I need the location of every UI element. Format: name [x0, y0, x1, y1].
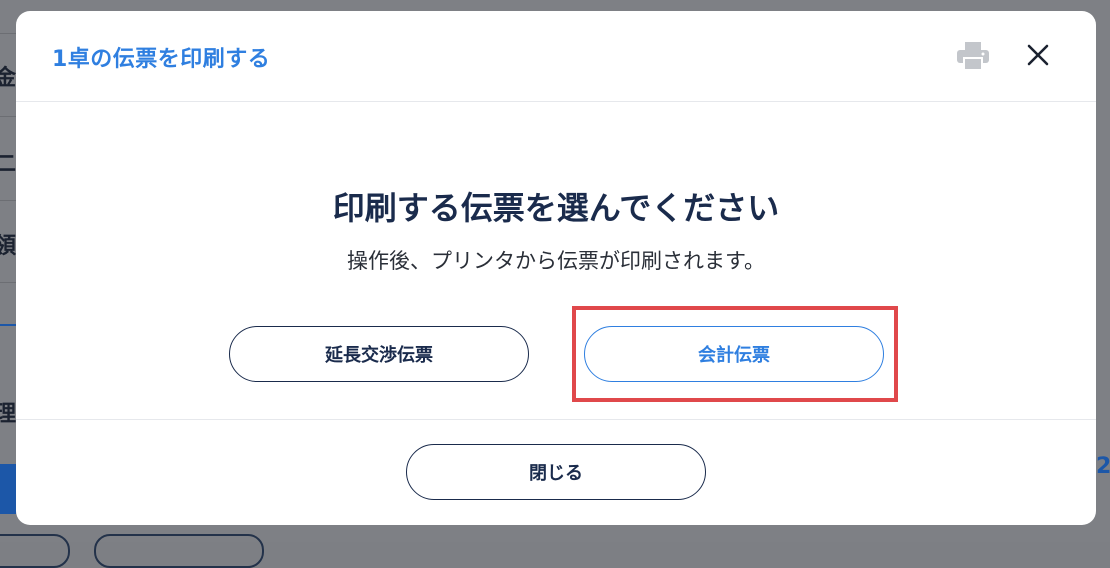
bg-text-fragment: 2: [1096, 454, 1110, 479]
bg-button: [0, 534, 70, 568]
bg-text-fragment: 領: [0, 234, 17, 259]
bg-text-fragment: 二: [0, 152, 17, 177]
print-slip-dialog: 1卓の伝票を印刷する 印刷する伝票を選んでください 操作後、プリンタから伝票が印…: [16, 11, 1096, 525]
close-icon[interactable]: [1024, 41, 1052, 69]
extension-slip-button[interactable]: 延長交渉伝票: [229, 326, 529, 382]
bg-divider: [0, 200, 16, 201]
printer-icon[interactable]: [956, 41, 990, 71]
bg-divider: [0, 282, 16, 283]
dialog-description: 操作後、プリンタから伝票が印刷されます。: [347, 249, 765, 273]
bg-divider: [0, 324, 16, 326]
bg-button: [94, 534, 264, 568]
bg-button: [0, 464, 16, 514]
bg-divider: [0, 33, 16, 34]
dialog-header: 1卓の伝票を印刷する: [16, 11, 1096, 102]
bg-text-fragment: 理: [0, 402, 17, 427]
dialog-heading: 印刷する伝票を選んでください: [332, 189, 780, 227]
bg-divider: [0, 116, 16, 117]
bg-text-fragment: 金: [0, 66, 17, 91]
dialog-title: 1卓の伝票を印刷する: [52, 47, 271, 72]
footer-divider: [16, 419, 1096, 420]
accounting-slip-button[interactable]: 会計伝票: [584, 326, 884, 382]
close-button[interactable]: 閉じる: [406, 444, 706, 500]
